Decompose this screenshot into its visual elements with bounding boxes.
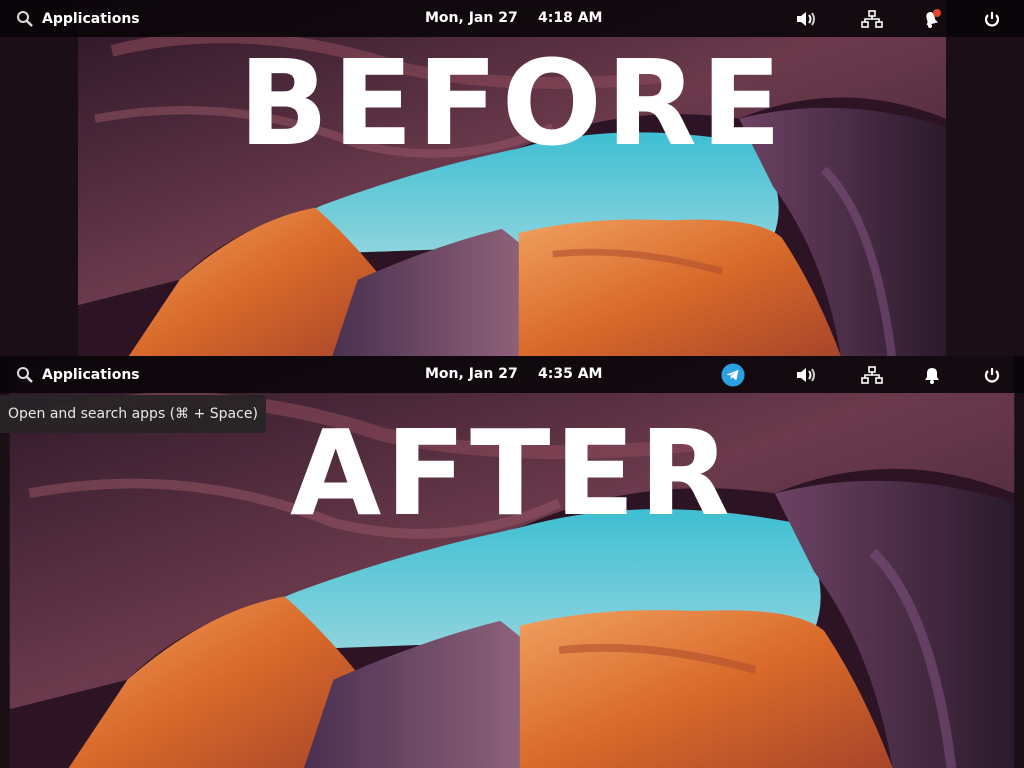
date-label[interactable]: Mon, Jan 27 [425, 356, 518, 393]
before-caption: BEFORE [238, 34, 786, 172]
applications-menu-button[interactable]: Applications [16, 356, 140, 393]
after-screenshot: Applications Mon, Jan 27 4:35 AM Open an… [0, 356, 1024, 768]
clock-label[interactable]: 4:35 AM [538, 356, 602, 393]
power-indicator[interactable] [980, 0, 1004, 37]
top-panel: Applications Mon, Jan 27 4:18 AM [0, 0, 1024, 37]
volume-indicator[interactable] [795, 356, 819, 393]
search-icon [17, 366, 33, 383]
volume-icon [797, 11, 815, 26]
date-label[interactable]: Mon, Jan 27 [425, 0, 518, 37]
applications-label: Applications [42, 10, 140, 27]
notification-bell-icon [925, 367, 939, 384]
network-icon [861, 9, 883, 28]
search-icon [17, 10, 33, 27]
network-indicator[interactable] [860, 356, 884, 393]
notification-badge [933, 8, 941, 17]
volume-indicator[interactable] [795, 0, 819, 37]
power-icon [984, 367, 1000, 382]
notification-bell-icon [926, 8, 941, 28]
after-caption: AFTER [290, 404, 734, 542]
applications-menu-button[interactable]: Applications [16, 0, 140, 37]
network-icon [861, 365, 883, 384]
telegram-icon [721, 362, 745, 387]
notifications-indicator[interactable] [920, 356, 944, 393]
clock-label[interactable]: 4:18 AM [538, 0, 602, 37]
top-panel: Applications Mon, Jan 27 4:35 AM [0, 356, 1024, 393]
power-icon [984, 11, 1000, 26]
power-indicator[interactable] [980, 356, 1004, 393]
telegram-indicator[interactable] [721, 356, 745, 393]
notifications-indicator[interactable] [920, 0, 944, 37]
before-screenshot: Applications Mon, Jan 27 4:18 AM BEFORE [0, 0, 1024, 356]
applications-label: Applications [42, 366, 140, 383]
network-indicator[interactable] [860, 0, 884, 37]
volume-icon [797, 367, 815, 382]
